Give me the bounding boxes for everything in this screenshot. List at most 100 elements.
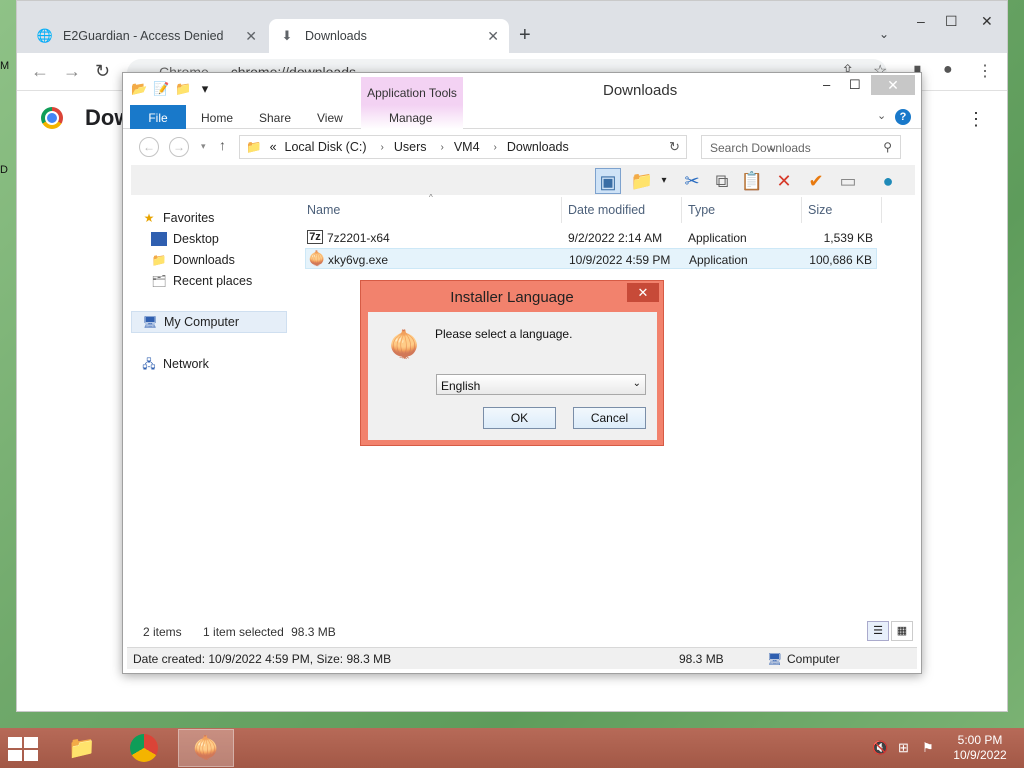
minimize-icon[interactable]: – xyxy=(823,77,830,92)
properties-icon[interactable]: ▭ xyxy=(835,168,861,194)
explorer-title: Downloads xyxy=(603,82,678,99)
chrome-taskbar-icon[interactable] xyxy=(116,729,172,767)
maximize-icon[interactable]: ☐ xyxy=(945,13,958,30)
breadcrumb-overflow[interactable]: « xyxy=(270,140,277,154)
preview-pane-icon[interactable]: ▣ xyxy=(595,168,621,194)
ok-button[interactable]: OK xyxy=(483,407,556,429)
column-divider xyxy=(801,197,802,223)
desktop-edge-label: M xyxy=(0,60,10,72)
forward-icon[interactable]: → xyxy=(169,137,189,157)
rename-check-icon[interactable]: ✔ xyxy=(803,168,829,194)
tab-view[interactable]: View xyxy=(317,105,343,129)
folder-icon[interactable]: 📂 xyxy=(131,81,147,97)
close-window-icon[interactable]: ✕ xyxy=(871,75,915,95)
nav-my-computer[interactable]: 🖥 My Computer xyxy=(131,311,287,333)
downloads-menu-icon[interactable]: ⋮ xyxy=(967,109,985,130)
reload-icon[interactable]: ↻ xyxy=(95,61,110,82)
globe-icon[interactable]: ● xyxy=(875,168,901,194)
help-icon[interactable]: ? xyxy=(895,109,911,125)
tab-home[interactable]: Home xyxy=(201,105,233,129)
cut-icon[interactable]: ✂ xyxy=(679,168,705,194)
dialog-body: 🧅 Please select a language. English ⌄ OK… xyxy=(368,312,657,440)
computer-icon: 🖥 xyxy=(142,315,158,329)
breadcrumb-separator-icon: › xyxy=(380,141,384,153)
chrome-menu-icon[interactable]: ⋮ xyxy=(977,61,993,81)
computer-icon: 🖥 xyxy=(767,652,783,666)
breadcrumb-separator-icon: › xyxy=(493,141,497,153)
back-icon[interactable]: ← xyxy=(139,137,159,157)
tab-e2guardian[interactable]: 🌐 E2Guardian - Access Denied ✕ xyxy=(27,19,267,53)
paste-icon[interactable]: 📋 xyxy=(739,168,765,194)
recent-locations-chevron-icon[interactable]: ▾ xyxy=(201,141,206,152)
forward-icon[interactable]: → xyxy=(63,61,81,82)
table-row[interactable]: 🧅 xky6vg.exe 10/9/2022 4:59 PM Applicati… xyxy=(305,248,877,269)
tab-share[interactable]: Share xyxy=(259,105,291,129)
close-icon[interactable]: ✕ xyxy=(487,28,499,45)
breadcrumb-users[interactable]: Users xyxy=(394,140,427,154)
command-toolbar: ▣ 📁 ▾ ✂ ⧉ 📋 ✕ ✔ ▭ ● xyxy=(131,165,915,195)
file-name: xky6vg.exe xyxy=(328,253,389,267)
column-header-date[interactable]: Date modified xyxy=(568,203,645,217)
desktop-edge-label: D xyxy=(0,164,8,176)
taskbar-clock[interactable]: 5:00 PM 10/9/2022 xyxy=(944,733,1016,763)
details-location: Computer xyxy=(787,652,840,666)
tor-installer-taskbar-icon[interactable]: 🧅 xyxy=(178,729,234,767)
up-arrow-icon[interactable]: ↑ xyxy=(219,137,226,153)
chrome-tab-strip: 🌐 E2Guardian - Access Denied ✕ ⬇ Downloa… xyxy=(17,1,1007,53)
language-select[interactable]: English ⌄ xyxy=(436,374,646,395)
navigation-pane: ★ Favorites Desktop 📁 Downloads 🗂 Recent… xyxy=(131,199,289,609)
tab-manage[interactable]: Manage xyxy=(389,105,432,129)
column-header-size[interactable]: Size xyxy=(808,203,832,217)
tab-downloads[interactable]: ⬇ Downloads ✕ xyxy=(269,19,509,53)
dialog-title: Installer Language xyxy=(450,289,574,306)
profile-avatar-icon[interactable]: ● xyxy=(943,61,953,79)
column-header-name[interactable]: Name xyxy=(307,203,340,217)
breadcrumb-downloads[interactable]: Downloads xyxy=(507,140,569,154)
expand-ribbon-chevron-icon[interactable]: ⌄ xyxy=(877,109,886,122)
details-view-icon[interactable]: ☰ xyxy=(867,621,889,641)
taskbar: 📁 🧅 🔇 ⊞ ⚑ 5:00 PM 10/9/2022 xyxy=(0,728,1024,768)
windows-start-icon[interactable] xyxy=(8,737,38,761)
selection-count: 1 item selected xyxy=(203,625,284,639)
ribbon-tabs: File Home Share View Manage ⌄ ? xyxy=(123,105,921,129)
nav-favorites[interactable]: ★ Favorites xyxy=(141,207,297,229)
copy-icon[interactable]: ⧉ xyxy=(709,168,735,194)
breadcrumb-local-disk[interactable]: Local Disk (C:) xyxy=(285,140,367,154)
nav-downloads[interactable]: 📁 Downloads xyxy=(151,249,307,271)
search-input[interactable]: Search Downloads ⚲ xyxy=(701,135,901,159)
table-row[interactable]: 7z 7z2201-x64 9/2/2022 2:14 AM Applicati… xyxy=(305,227,877,248)
nav-recent-places[interactable]: 🗂 Recent places xyxy=(151,270,307,292)
quick-access-toolbar: 📂 📝 📁 ▾ xyxy=(131,81,213,97)
network-tray-icon[interactable]: ⊞ xyxy=(898,740,909,756)
dropdown-icon[interactable]: ▾ xyxy=(651,168,677,194)
action-center-flag-icon[interactable]: ⚑ xyxy=(922,740,934,756)
column-header-type[interactable]: Type xyxy=(688,203,715,217)
customize-dropdown-icon[interactable]: ▾ xyxy=(197,81,213,97)
file-explorer-taskbar-icon[interactable]: 📁 xyxy=(54,729,110,767)
breadcrumb-vm4[interactable]: VM4 xyxy=(454,140,480,154)
cancel-button[interactable]: Cancel xyxy=(573,407,646,429)
close-icon[interactable]: ✕ xyxy=(245,28,257,45)
tab-search-chevron-icon[interactable]: ⌄ xyxy=(879,27,889,41)
properties-icon[interactable]: 📝 xyxy=(153,81,169,97)
speaker-muted-icon[interactable]: 🔇 xyxy=(872,740,888,756)
installer-language-dialog: Installer Language ✕ 🧅 Please select a l… xyxy=(360,280,664,446)
chrome-logo-icon xyxy=(130,734,158,762)
minimize-icon[interactable]: – xyxy=(917,13,925,29)
address-bar[interactable]: 📁 « Local Disk (C:) › Users › VM4 › Down… xyxy=(239,135,777,159)
tor-onion-icon: 🧅 xyxy=(388,329,421,359)
dialog-close-icon[interactable]: ✕ xyxy=(627,283,659,302)
tab-file[interactable]: File xyxy=(130,105,186,129)
column-divider xyxy=(881,197,882,223)
back-icon[interactable]: ← xyxy=(31,61,49,82)
nav-network[interactable]: 🖧 Network xyxy=(141,353,297,375)
close-window-icon[interactable]: ✕ xyxy=(981,13,993,30)
refresh-icon[interactable]: ↻ xyxy=(669,139,680,155)
downloads-page-header: Dow xyxy=(41,105,131,131)
new-tab-button[interactable]: + xyxy=(519,25,531,45)
large-icons-view-icon[interactable]: ▦ xyxy=(891,621,913,641)
maximize-icon[interactable]: ☐ xyxy=(849,77,861,93)
delete-icon[interactable]: ✕ xyxy=(771,168,797,194)
new-folder-icon[interactable]: 📁 xyxy=(175,81,191,97)
nav-desktop[interactable]: Desktop xyxy=(151,228,307,250)
